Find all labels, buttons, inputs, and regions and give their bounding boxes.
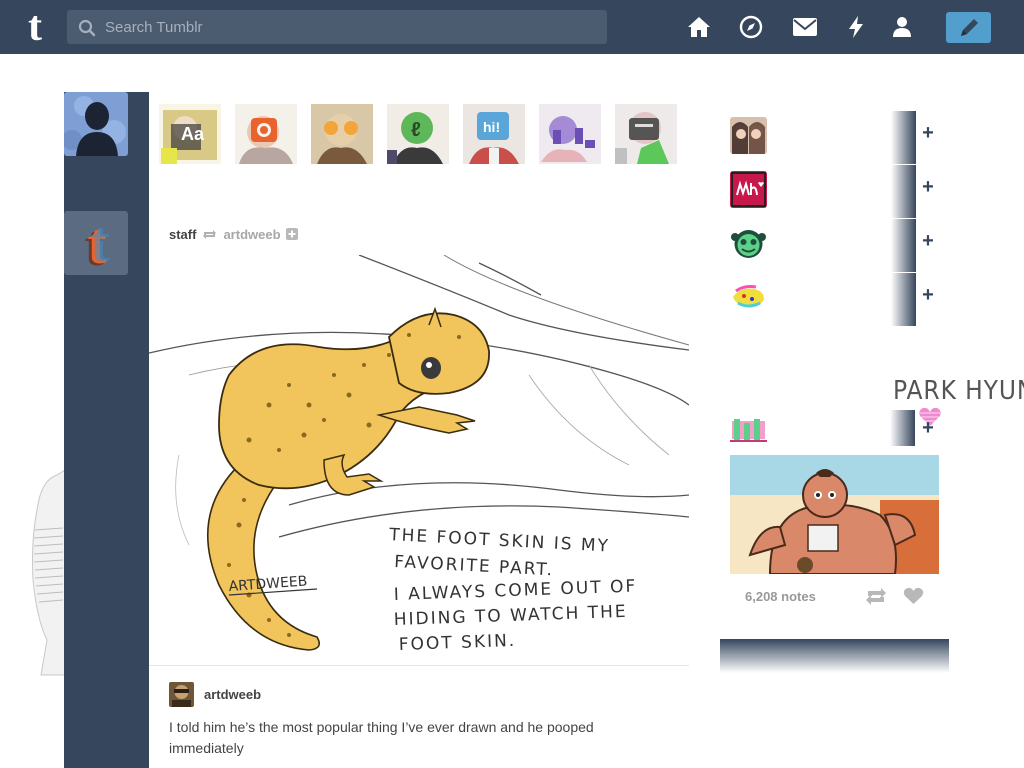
featured-tag-image	[311, 104, 373, 164]
recommended-blog-avatar-image	[730, 279, 767, 316]
featured-tag-chat[interactable]: hi!	[463, 104, 525, 164]
explore-button[interactable]	[738, 14, 764, 40]
featured-tag-image: hi!	[463, 104, 525, 164]
post-caption: I told him he’s the most popular thing I…	[169, 719, 594, 756]
recommended-blog-item[interactable]: +	[730, 219, 940, 272]
caption-author-avatar[interactable]	[169, 682, 194, 707]
featured-tag-quote[interactable]	[311, 104, 373, 164]
radar-blog-fade	[890, 410, 915, 446]
home-icon	[688, 17, 710, 37]
post-blog-name[interactable]: staff	[169, 227, 196, 242]
svg-text:t: t	[90, 211, 110, 274]
inbox-button[interactable]	[792, 14, 818, 40]
search-input[interactable]	[105, 10, 595, 44]
follow-plus-icon[interactable]	[285, 228, 298, 240]
reblog-source-name[interactable]: artdweeb	[223, 227, 280, 242]
recommended-blog-avatar[interactable]	[730, 279, 767, 316]
featured-tag-photo[interactable]	[235, 104, 297, 164]
recommended-blog-item[interactable]: +	[730, 165, 940, 218]
user-avatar[interactable]	[64, 92, 128, 156]
follow-plus-icon[interactable]: +	[920, 177, 936, 197]
top-navigation-bar: t	[0, 0, 1024, 54]
default-avatar-image	[64, 92, 128, 156]
recommended-blog-item[interactable]: +	[730, 111, 940, 164]
background-figure-illustration	[32, 470, 65, 676]
recommended-blog-item[interactable]: +	[730, 273, 940, 326]
post-gecko-illustration[interactable]: ARTDWEEB THE FOOT SKIN IS MY FAVORITE PA…	[149, 255, 689, 665]
featured-tag-image	[539, 104, 601, 164]
search-bar[interactable]	[67, 10, 607, 44]
search-icon	[78, 19, 96, 37]
staff-avatar[interactable]: t t t	[64, 211, 128, 275]
radar-post-image[interactable]	[730, 455, 939, 574]
compose-button[interactable]	[946, 12, 991, 43]
explore-icon	[739, 15, 763, 39]
featured-tag-video[interactable]	[615, 104, 677, 164]
recommended-blog-fade	[891, 273, 916, 326]
notes-count[interactable]: 6,208 notes	[745, 589, 816, 604]
left-avatar-column	[64, 92, 149, 768]
home-button[interactable]	[686, 14, 712, 40]
inbox-icon	[793, 18, 817, 36]
featured-tag-image: Aa	[159, 104, 221, 164]
recommended-blog-avatar[interactable]	[730, 171, 767, 208]
recommended-blog-avatar-image	[730, 225, 767, 262]
tumblr-logo[interactable]: t	[18, 6, 52, 48]
dashboard-post: staff artdweeb ARTDWEEB THE FOOT SKIN IS…	[149, 211, 689, 768]
compose-icon	[960, 18, 978, 36]
recommended-blog-fade	[891, 165, 916, 218]
handwritten-overlay-text: PARK HYUN	[893, 376, 1024, 406]
activity-icon	[849, 16, 863, 38]
svg-text:ℓ: ℓ	[411, 119, 421, 141]
follow-plus-icon[interactable]: +	[920, 285, 936, 305]
featured-tag-link[interactable]: ℓ	[387, 104, 449, 164]
image-text-line-5: FOOT SKIN.	[398, 631, 516, 655]
recommended-blog-avatar[interactable]	[730, 225, 767, 262]
recommended-blog-avatar-image	[730, 171, 767, 208]
featured-tag-text[interactable]: Aa	[159, 104, 221, 164]
recommended-blog-avatar-image	[730, 117, 767, 154]
featured-tags-strip: Aa ℓ hi!	[149, 92, 689, 190]
staff-avatar-image: t t t	[64, 211, 128, 275]
follow-plus-icon[interactable]: +	[920, 418, 936, 438]
featured-tag-image	[235, 104, 297, 164]
radar-cartoon-image	[730, 455, 939, 574]
svg-text:hi!: hi!	[483, 119, 500, 135]
account-button[interactable]	[889, 14, 915, 40]
caption-author-name[interactable]: artdweeb	[204, 687, 261, 702]
recommended-blog-avatar[interactable]	[730, 117, 767, 154]
recommended-blog-fade	[891, 219, 916, 272]
caption-avatar-image	[169, 682, 194, 707]
featured-tag-image: ℓ	[387, 104, 449, 164]
radar-blog-avatar-image	[730, 409, 767, 446]
post-divider	[149, 665, 689, 666]
activity-button[interactable]	[843, 14, 869, 40]
like-heart-icon[interactable]	[903, 587, 924, 605]
account-icon	[893, 17, 911, 37]
follow-plus-icon[interactable]: +	[920, 231, 936, 251]
svg-text:Aa: Aa	[181, 124, 205, 144]
post-header: staff artdweeb	[169, 227, 298, 242]
recommended-blog-fade	[891, 111, 916, 164]
radar-blog-item[interactable]: +	[730, 405, 940, 451]
featured-tag-image	[615, 104, 677, 164]
follow-plus-icon[interactable]: +	[920, 123, 936, 143]
reblog-icon	[203, 229, 217, 239]
sidebar-bottom-fade	[720, 639, 949, 673]
reblog-icon[interactable]	[865, 587, 887, 606]
radar-blog-avatar[interactable]	[730, 409, 767, 446]
featured-tag-audio[interactable]	[539, 104, 601, 164]
